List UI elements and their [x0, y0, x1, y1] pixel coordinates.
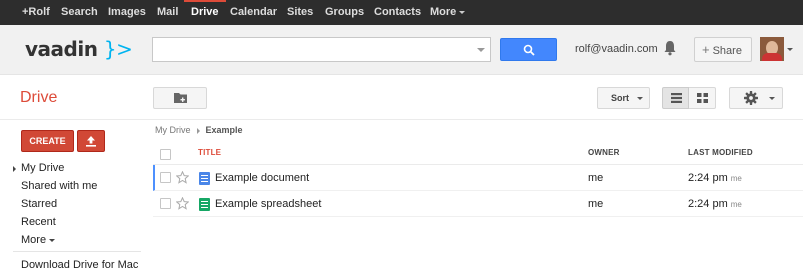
sidebar-item-recent[interactable]: Recent [21, 216, 56, 228]
file-name[interactable]: Example document [215, 172, 309, 184]
sidebar-item-more[interactable]: More [21, 234, 56, 246]
google-bar: +Rolf Search Images Mail Drive Calendar … [0, 0, 803, 25]
select-all-checkbox[interactable] [160, 149, 171, 160]
chevron-down-icon [769, 97, 775, 100]
share-button[interactable]: + Share [694, 37, 752, 62]
nav-sites[interactable]: Sites [280, 0, 320, 25]
row-checkbox[interactable] [160, 198, 171, 209]
nav-profile[interactable]: +Rolf [15, 0, 57, 25]
search-input[interactable] [153, 38, 468, 61]
breadcrumb-root[interactable]: My Drive [155, 125, 191, 135]
column-last-modified[interactable]: LAST MODIFIED [688, 148, 753, 157]
file-name[interactable]: Example spreadsheet [215, 198, 321, 210]
breadcrumb-current: Example [205, 125, 243, 135]
user-email[interactable]: rolf@vaadin.com [575, 43, 658, 55]
list-view-icon [671, 93, 682, 103]
modified-time: 2:24 pm [688, 172, 728, 184]
modified-by: me [730, 174, 742, 183]
chevron-down-icon [49, 238, 56, 242]
star-icon[interactable] [176, 171, 189, 184]
create-button[interactable]: CREATE [21, 130, 74, 152]
sidebar-more-label: More [21, 234, 47, 246]
breadcrumb: My Drive Example [155, 125, 243, 135]
grid-view-icon [697, 93, 708, 103]
nav-groups[interactable]: Groups [318, 0, 371, 25]
app-bar: Drive Sort [0, 76, 803, 120]
file-modified: 2:24 pm me [688, 172, 742, 184]
file-owner: me [588, 172, 604, 184]
account-menu-chevron-icon[interactable] [787, 48, 793, 51]
notifications-bell-icon[interactable] [663, 40, 677, 56]
table-row[interactable]: Example document me 2:24 pm me [153, 165, 803, 191]
avatar-shirt [762, 53, 782, 61]
nav-search[interactable]: Search [54, 0, 105, 25]
sort-label: Sort [611, 93, 629, 103]
plus-icon: + [702, 42, 710, 57]
logo-bracket: }> [103, 37, 133, 61]
nav-more-label: More [430, 6, 457, 18]
new-folder-icon [174, 93, 187, 103]
settings-button[interactable] [729, 87, 783, 109]
search-button[interactable] [500, 38, 557, 61]
divider [13, 251, 141, 252]
nav-more[interactable]: More [423, 0, 472, 25]
share-label: Share [712, 45, 742, 57]
file-modified: 2:24 pm me [688, 198, 742, 210]
nav-calendar[interactable]: Calendar [223, 0, 284, 25]
file-owner: me [588, 198, 604, 210]
spreadsheet-icon [199, 198, 210, 211]
nav-mail[interactable]: Mail [150, 0, 185, 25]
file-list-header: TITLE OWNER LAST MODIFIED [153, 141, 803, 165]
table-row[interactable]: Example spreadsheet me 2:24 pm me [153, 191, 803, 217]
vaadin-logo[interactable]: vaadin }> [25, 37, 133, 61]
search-options-dropdown-icon[interactable] [477, 48, 485, 52]
upload-button[interactable] [77, 130, 105, 152]
nav-images[interactable]: Images [101, 0, 153, 25]
modified-time: 2:24 pm [688, 198, 728, 210]
app-title[interactable]: Drive [20, 89, 57, 107]
chevron-down-icon [637, 97, 643, 100]
chevron-down-icon [459, 10, 466, 14]
nav-contacts[interactable]: Contacts [367, 0, 428, 25]
star-icon[interactable] [176, 197, 189, 210]
grid-view-button[interactable] [689, 87, 716, 109]
download-drive-link[interactable]: Download Drive for Mac [21, 259, 138, 271]
gear-icon [744, 91, 758, 105]
avatar[interactable] [760, 37, 784, 61]
sort-button[interactable]: Sort [597, 87, 650, 109]
nav-drive[interactable]: Drive [184, 0, 226, 25]
chevron-right-icon [196, 127, 200, 134]
new-folder-button[interactable] [153, 87, 207, 109]
row-checkbox[interactable] [160, 172, 171, 183]
sidebar-item-my-drive[interactable]: My Drive [12, 162, 64, 174]
column-owner[interactable]: OWNER [588, 148, 620, 157]
column-title[interactable]: TITLE [198, 148, 221, 157]
logo-text: vaadin [25, 37, 98, 61]
sidebar-item-shared-with-me[interactable]: Shared with me [21, 180, 97, 192]
search-icon [523, 44, 535, 56]
header: vaadin }> rolf@vaadin.com + Share [0, 25, 803, 75]
list-view-button[interactable] [662, 87, 689, 109]
modified-by: me [730, 200, 742, 209]
document-icon [199, 172, 210, 185]
upload-icon [86, 136, 96, 147]
sidebar-item-starred[interactable]: Starred [21, 198, 57, 210]
search-box [152, 37, 491, 62]
